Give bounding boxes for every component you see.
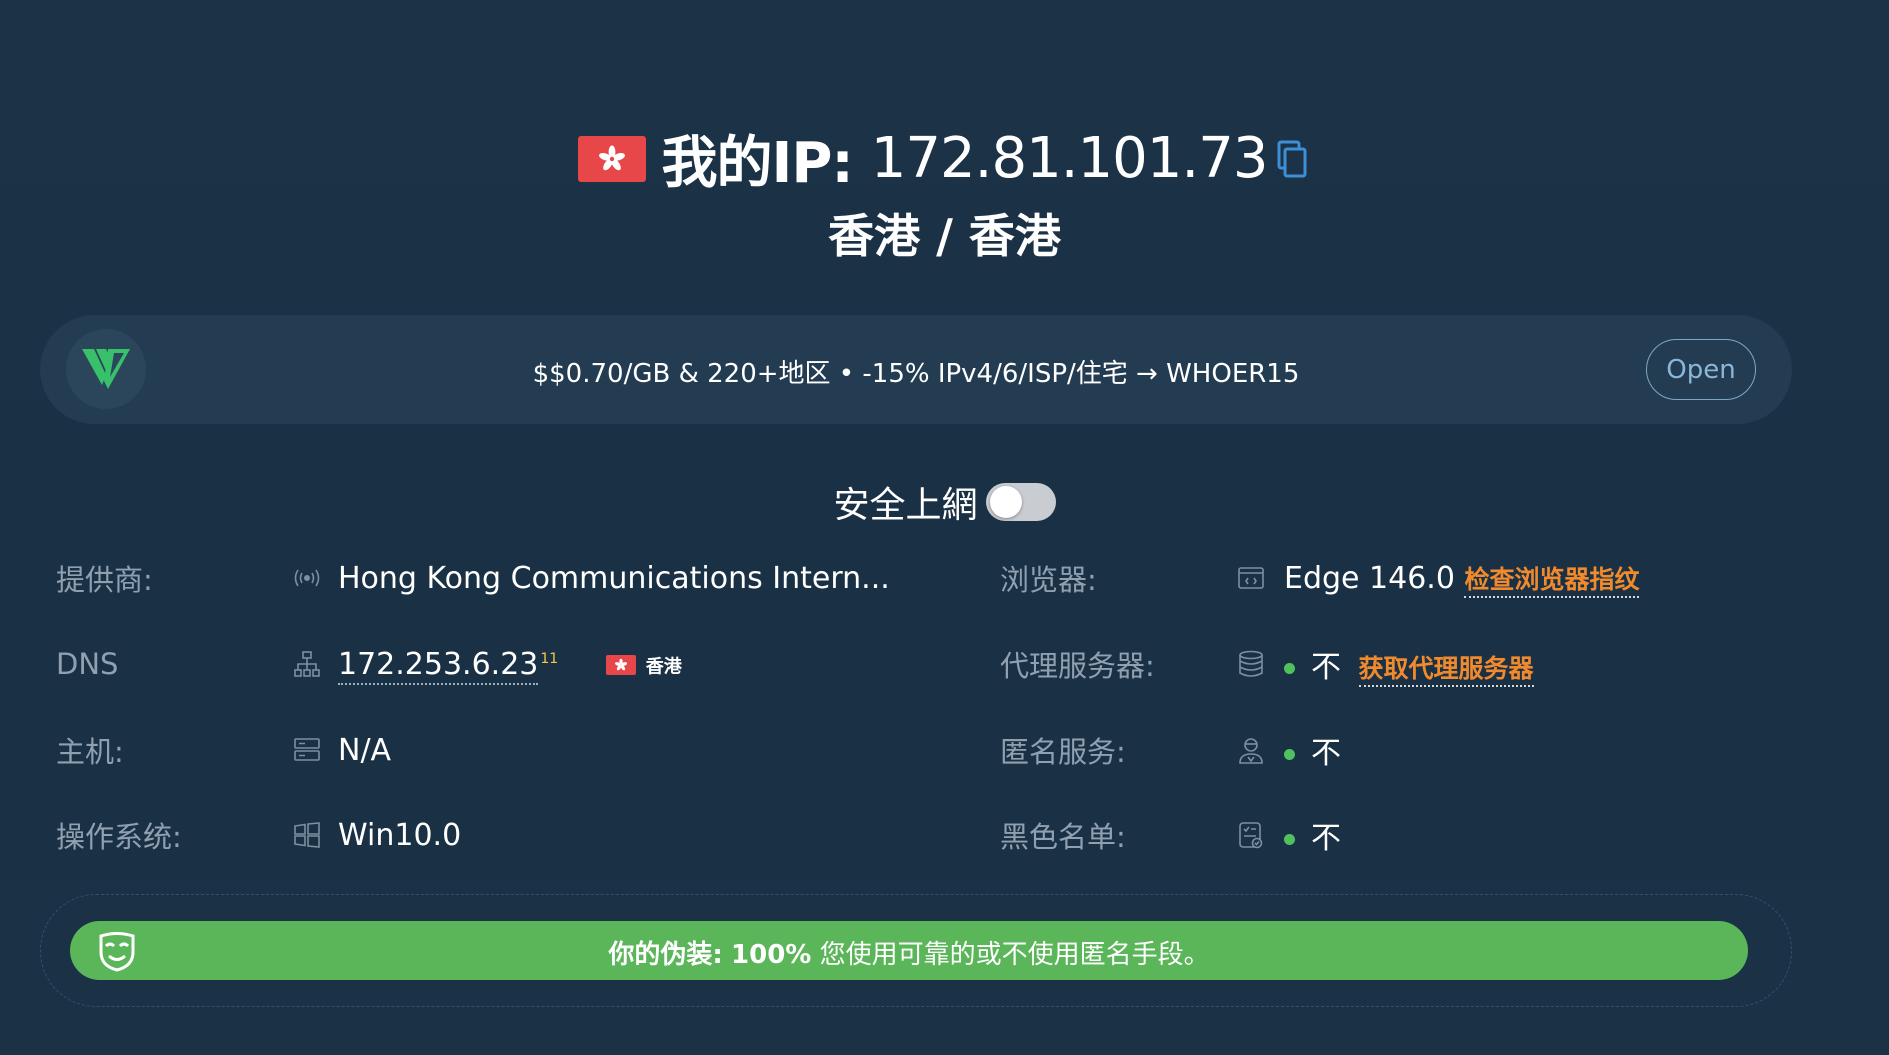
network-icon — [292, 649, 322, 679]
browser-window-icon — [1236, 563, 1266, 593]
page: 我的IP: 172.81.101.73 香港 / 香港 $$0.70/GB & … — [0, 0, 1889, 1055]
hong-kong-flag-icon — [577, 135, 646, 182]
get-proxy-link[interactable]: 获取代理服务器 — [1358, 654, 1534, 687]
provider-value: Hong Kong Communications Intern... — [338, 560, 890, 596]
provider-label: 提供商: — [56, 563, 153, 597]
browser-value: Edge 146.0 — [1284, 561, 1455, 596]
toggle-knob — [989, 486, 1022, 518]
incognito-user-icon — [1236, 735, 1266, 765]
proxy-status-dot — [1284, 663, 1295, 674]
secure-browsing-label: 安全上網 — [833, 485, 978, 526]
proxy-value-group: 不 获取代理服务器 — [1284, 642, 1534, 687]
ip-location: 香港 / 香港 — [828, 209, 1061, 263]
ip-header: 我的IP: 172.81.101.73 — [0, 118, 1889, 199]
ip-address[interactable]: 172.81.101.73 — [871, 126, 1269, 191]
dns-country: 香港 — [645, 656, 682, 677]
disguise-text: 你的伪装: 100% 您使用可靠的或不使用匿名手段。 — [70, 934, 1748, 971]
proxy-row: 代理服务器: 不 获取代理服务器 — [1000, 642, 1800, 687]
proxy-label: 代理服务器: — [1000, 649, 1155, 683]
promo-text: $$0.70/GB & 220+地区 • -15% IPv4/6/ISP/住宅 … — [532, 359, 1300, 389]
anonymizer-label: 匿名服务: — [1000, 735, 1126, 769]
broadcast-icon — [292, 563, 322, 593]
server-icon — [292, 735, 322, 765]
anonymizer-row: 匿名服务: 不 — [1000, 728, 1800, 772]
open-button[interactable]: Open — [1646, 339, 1756, 400]
os-row: 操作系统: Win10.0 — [56, 813, 876, 857]
browser-value-group: Edge 146.0 检查浏览器指纹 — [1284, 560, 1640, 598]
disguise-bar: 你的伪装: 100% 您使用可靠的或不使用匿名手段。 — [70, 921, 1748, 980]
os-label: 操作系统: — [56, 820, 182, 854]
dns-ip-link[interactable]: 172.253.6.23 — [338, 646, 539, 685]
host-value: N/A — [338, 732, 392, 768]
anonymizer-value-group: 不 — [1284, 728, 1341, 772]
dns-value-group: 172.253.6.23 11 香港 — [338, 646, 682, 685]
blacklist-row: 黑色名单: 不 — [1000, 813, 1800, 857]
checklist-icon — [1236, 820, 1266, 850]
blacklist-status-dot — [1284, 834, 1295, 845]
anonymizer-status-dot — [1284, 749, 1295, 760]
blacklist-value-group: 不 — [1284, 813, 1341, 857]
os-value: Win10.0 — [338, 817, 462, 853]
dns-hong-kong-flag-icon — [605, 655, 636, 675]
proxy-value: 不 — [1311, 650, 1341, 685]
provider-row: 提供商: Hong Kong Communications Intern... — [56, 556, 890, 600]
anonymizer-value: 不 — [1311, 736, 1341, 771]
dns-count: 11 — [540, 650, 559, 667]
browser-label: 浏览器: — [1000, 563, 1097, 597]
copy-icon[interactable] — [1277, 139, 1311, 179]
browser-row: 浏览器: Edge 146.0 检查浏览器指纹 — [1000, 556, 1800, 600]
host-row: 主机: N/A — [56, 728, 876, 772]
ip-label: 我的IP: — [661, 131, 854, 196]
dns-row: DNS 172.253.6.23 11 香港 — [56, 642, 876, 686]
blacklist-label: 黑色名单: — [1000, 820, 1126, 854]
check-fingerprint-link[interactable]: 检查浏览器指纹 — [1464, 565, 1640, 598]
disguise-percent: 100% — [731, 940, 812, 970]
secure-browsing-toggle[interactable] — [985, 483, 1056, 521]
database-icon — [1236, 649, 1266, 679]
disguise-message: 您使用可靠的或不使用匿名手段。 — [819, 940, 1210, 970]
promo-banner[interactable]: $$0.70/GB & 220+地区 • -15% IPv4/6/ISP/住宅 … — [40, 315, 1792, 424]
windows-icon — [292, 820, 322, 850]
secure-browsing-row: 安全上網 — [0, 476, 1889, 528]
dns-label: DNS — [56, 647, 119, 681]
disguise-label: 你的伪装: — [608, 940, 723, 970]
host-label: 主机: — [56, 735, 124, 769]
blacklist-value: 不 — [1311, 821, 1341, 856]
